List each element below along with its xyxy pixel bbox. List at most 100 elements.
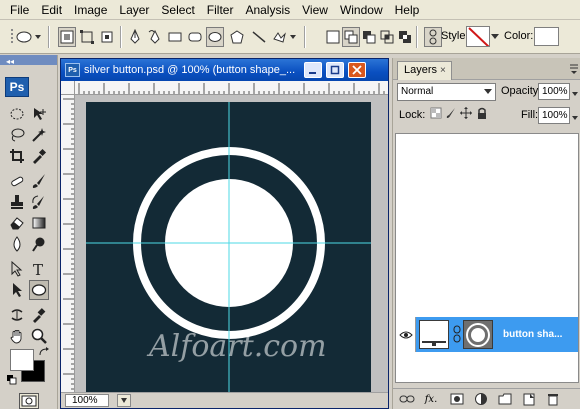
foreground-color-swatch[interactable] <box>10 349 34 371</box>
photoshop-logo[interactable]: Ps <box>5 77 29 97</box>
adjustment-layer-icon[interactable] <box>473 392 489 406</box>
menu-edit[interactable]: Edit <box>35 0 68 20</box>
lock-position-icon[interactable] <box>460 107 472 122</box>
vector-mask-thumbnail[interactable] <box>463 320 493 349</box>
custom-shape-icon[interactable] <box>272 27 298 47</box>
lock-transparency-icon[interactable] <box>430 107 442 122</box>
marquee-tool-icon[interactable] <box>7 104 27 124</box>
visibility-eye-icon[interactable] <box>396 317 416 352</box>
lock-pixels-icon[interactable] <box>445 107 457 122</box>
intersect-shape-icon[interactable] <box>378 27 396 47</box>
gradient-tool-icon[interactable] <box>29 213 49 233</box>
link-layers-icon[interactable] <box>399 392 415 406</box>
color-swatch[interactable] <box>534 27 559 46</box>
blend-mode-select[interactable]: Normal <box>397 83 496 101</box>
style-picker[interactable] <box>466 26 490 47</box>
layers-panel: Layers × Normal Opacity: 100% Lock: Fill:… <box>392 58 580 409</box>
zoom-field[interactable]: 100% <box>65 394 109 407</box>
collapse-icon[interactable]: ◂◂ <box>6 57 14 66</box>
pen-tool-icon[interactable] <box>126 27 144 47</box>
hand-tool-icon[interactable] <box>7 326 27 346</box>
eyedropper-3d-icon[interactable] <box>29 305 49 325</box>
panel-menu-icon[interactable] <box>569 63 579 78</box>
shape-layers-icon[interactable] <box>58 27 76 47</box>
path-selection-icon[interactable] <box>7 259 27 279</box>
menu-help[interactable]: Help <box>389 0 426 20</box>
document-window: Ps silver button.psd @ 100% (button shap… <box>60 58 389 409</box>
ellipse-shape-icon[interactable] <box>206 27 224 47</box>
lock-all-icon[interactable] <box>476 107 488 122</box>
fx-icon[interactable]: fx. <box>423 392 439 406</box>
menu-select[interactable]: Select <box>155 0 200 20</box>
new-group-icon[interactable] <box>497 392 513 406</box>
subtract-shape-icon[interactable] <box>360 27 378 47</box>
eraser-tool-icon[interactable] <box>7 213 27 233</box>
add-mask-icon[interactable] <box>449 392 465 406</box>
menu-file[interactable]: File <box>4 0 35 20</box>
layer-name[interactable]: button sha... <box>503 329 562 340</box>
minimize-button[interactable] <box>304 62 322 78</box>
move-tool-icon[interactable] <box>29 104 49 124</box>
status-bar: 100% <box>61 392 388 408</box>
freeform-pen-icon[interactable] <box>146 27 164 47</box>
zoom-tool-icon[interactable] <box>29 326 49 346</box>
brush-tool-icon[interactable] <box>29 171 49 191</box>
close-tab-icon[interactable]: × <box>440 65 446 76</box>
exclude-shape-icon[interactable] <box>396 27 414 47</box>
document-ps-icon: Ps <box>65 63 80 77</box>
delete-layer-icon[interactable] <box>545 392 561 406</box>
3d-rotate-icon[interactable] <box>7 305 27 325</box>
layer-row-button-shape[interactable]: button sha... <box>396 317 578 352</box>
layer-thumbnail[interactable] <box>419 320 449 349</box>
type-tool-icon[interactable]: T <box>29 259 49 279</box>
lasso-tool-icon[interactable] <box>7 125 27 145</box>
rectangle-shape-icon[interactable] <box>166 27 184 47</box>
menu-window[interactable]: Window <box>334 0 389 20</box>
default-colors-icon[interactable] <box>7 375 17 388</box>
polygon-shape-icon[interactable] <box>228 27 246 47</box>
clone-stamp-icon[interactable] <box>7 192 27 212</box>
new-layer-icon[interactable] <box>521 392 537 406</box>
opacity-field[interactable]: 100% <box>538 83 570 100</box>
layers-tab[interactable]: Layers × <box>397 61 452 80</box>
tool-preset-picker[interactable] <box>14 27 44 47</box>
quick-mask-icon[interactable] <box>19 393 39 409</box>
add-to-shape-icon[interactable] <box>342 27 360 47</box>
horizontal-ruler[interactable] <box>75 81 388 95</box>
link-chain-icon[interactable] <box>452 325 462 343</box>
document-title: silver button.psd @ 100% (button shape_.… <box>84 64 296 76</box>
status-menu-icon[interactable] <box>117 394 131 407</box>
eyedropper-tool-icon[interactable] <box>29 146 49 166</box>
history-brush-icon[interactable] <box>29 192 49 212</box>
magic-wand-icon[interactable] <box>29 125 49 145</box>
menu-filter[interactable]: Filter <box>201 0 240 20</box>
dodge-tool-icon[interactable] <box>29 234 49 254</box>
fill-field[interactable]: 100% <box>538 107 570 124</box>
menu-analysis[interactable]: Analysis <box>239 0 296 20</box>
restore-button[interactable] <box>326 62 344 78</box>
style-dropdown-icon[interactable] <box>490 27 500 47</box>
blur-tool-icon[interactable] <box>7 234 27 254</box>
menu-layer[interactable]: Layer <box>113 0 155 20</box>
document-title-bar[interactable]: Ps silver button.psd @ 100% (button shap… <box>61 59 388 81</box>
pen-tool-palette-icon[interactable] <box>7 280 27 300</box>
fill-pixels-icon[interactable] <box>98 27 116 47</box>
ruler-corner[interactable] <box>61 81 75 95</box>
fill-dropdown-icon[interactable] <box>572 112 578 124</box>
new-shape-layer-icon[interactable] <box>324 27 342 47</box>
paths-icon[interactable] <box>78 27 96 47</box>
close-button[interactable] <box>348 62 366 78</box>
canvas-area[interactable]: Alfoart.com <box>75 95 388 392</box>
swap-colors-icon[interactable] <box>38 347 50 360</box>
crop-tool-icon[interactable] <box>7 146 27 166</box>
opacity-dropdown-icon[interactable] <box>572 88 578 100</box>
healing-brush-icon[interactable] <box>7 171 27 191</box>
ellipse-tool-icon[interactable] <box>29 280 49 300</box>
rounded-rectangle-icon[interactable] <box>186 27 204 47</box>
menu-view[interactable]: View <box>296 0 334 20</box>
line-shape-icon[interactable] <box>250 27 268 47</box>
link-style-icon[interactable] <box>424 27 442 47</box>
watermark: Alfoart.com <box>149 329 327 364</box>
menu-image[interactable]: Image <box>68 0 113 20</box>
vertical-ruler[interactable] <box>61 95 75 392</box>
